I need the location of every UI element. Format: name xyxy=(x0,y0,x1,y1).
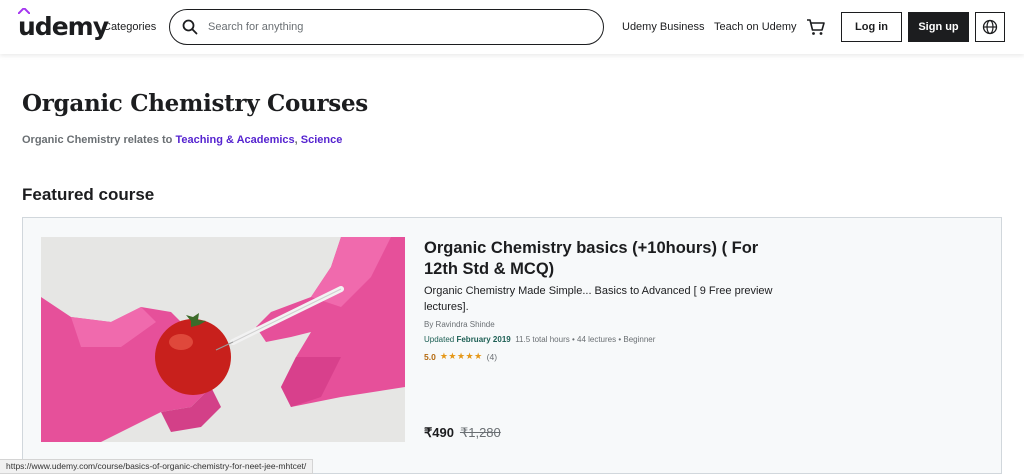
top-header: udemy Categories Udemy Business Teach on… xyxy=(0,0,1024,54)
featured-course-heading: Featured course xyxy=(22,185,155,204)
original-price: ₹1,280 xyxy=(459,425,501,440)
star-rating-icon: ★★★★★ xyxy=(439,351,483,361)
course-rating: 5.0 ★★★★★ (4) xyxy=(424,351,497,362)
science-link[interactable]: Science xyxy=(301,134,343,146)
relates-text: Organic Chemistry relates to Teaching & … xyxy=(22,134,342,146)
search-input[interactable] xyxy=(208,18,588,36)
course-title[interactable]: Organic Chemistry basics (+10hours) ( Fo… xyxy=(424,238,794,280)
course-price: ₹490 ₹1,280 xyxy=(424,425,501,441)
updated-badge: Updated February 2019 xyxy=(424,335,511,344)
rating-score: 5.0 xyxy=(424,351,436,362)
logo-hat-icon xyxy=(18,8,30,14)
search-bar[interactable] xyxy=(169,9,604,45)
categories-link[interactable]: Categories xyxy=(103,21,156,33)
search-icon[interactable] xyxy=(182,19,198,35)
course-meta: Updated February 2019 11.5 total hours •… xyxy=(424,335,655,344)
current-price: ₹490 xyxy=(424,425,454,440)
course-author: By Ravindra Shinde xyxy=(424,320,495,329)
udemy-business-link[interactable]: Udemy Business xyxy=(622,21,705,33)
udemy-logo[interactable]: udemy xyxy=(18,8,109,41)
course-details: 11.5 total hours • 44 lectures • Beginne… xyxy=(515,335,656,344)
course-image xyxy=(41,237,405,442)
teaching-academics-link[interactable]: Teaching & Academics xyxy=(175,134,294,146)
globe-icon xyxy=(982,19,998,35)
browser-status-bar: https://www.udemy.com/course/basics-of-o… xyxy=(0,459,314,474)
login-button[interactable]: Log in xyxy=(841,12,902,42)
page-title: Organic Chemistry Courses xyxy=(22,90,368,117)
updated-date: February 2019 xyxy=(456,335,511,344)
course-thumbnail[interactable] xyxy=(41,237,405,442)
logo-text: udemy xyxy=(18,12,109,41)
cart-icon[interactable] xyxy=(806,17,826,37)
signup-button[interactable]: Sign up xyxy=(908,12,969,42)
rating-count: (4) xyxy=(486,351,498,362)
language-button[interactable] xyxy=(975,12,1005,42)
updated-label: Updated xyxy=(424,335,457,344)
teach-on-udemy-link[interactable]: Teach on Udemy xyxy=(714,21,797,33)
featured-course-card[interactable]: Organic Chemistry basics (+10hours) ( Fo… xyxy=(22,217,1002,474)
relates-prefix: Organic Chemistry relates to xyxy=(22,134,176,146)
course-description: Organic Chemistry Made Simple... Basics … xyxy=(424,285,773,313)
